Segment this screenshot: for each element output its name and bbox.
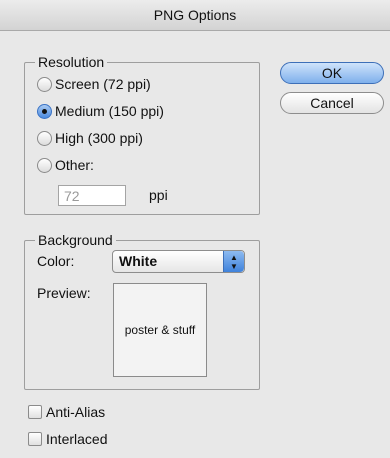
color-label: Color: (37, 253, 75, 269)
background-group: Background Color: White ▲ ▼ Preview: post… (24, 231, 260, 390)
checkbox-icon[interactable] (28, 432, 42, 446)
resolution-legend: Resolution (35, 53, 108, 71)
radio-screen[interactable]: Screen (72 ppi) (37, 76, 151, 92)
color-select-value: White (119, 253, 158, 269)
preview-text: poster & stuff (124, 323, 196, 337)
ok-button[interactable]: OK (280, 62, 384, 84)
interlaced-checkbox[interactable]: Interlaced (28, 431, 107, 447)
background-legend: Background (35, 231, 116, 249)
radio-button-selected-icon[interactable] (37, 103, 52, 119)
radio-other[interactable]: Other: (37, 157, 94, 173)
cancel-button[interactable]: Cancel (280, 92, 384, 114)
radio-high-label: High (300 ppi) (55, 130, 143, 146)
window-title: PNG Options (0, 0, 390, 31)
select-arrows-icon[interactable]: ▲ ▼ (223, 251, 244, 272)
radio-medium-label: Medium (150 ppi) (55, 103, 164, 119)
radio-button-icon[interactable] (37, 130, 52, 146)
radio-other-label: Other: (55, 157, 94, 173)
radio-high[interactable]: High (300 ppi) (37, 130, 143, 146)
preview-box: poster & stuff (113, 283, 207, 377)
anti-alias-checkbox[interactable]: Anti-Alias (28, 404, 105, 420)
radio-button-icon[interactable] (37, 76, 52, 92)
checkbox-icon[interactable] (28, 405, 42, 419)
color-select[interactable]: White ▲ ▼ (112, 250, 245, 273)
anti-alias-label: Anti-Alias (46, 404, 106, 420)
resolution-group: Resolution Screen (72 ppi) Medium (150 p… (24, 53, 260, 215)
radio-screen-label: Screen (72 ppi) (55, 76, 151, 92)
other-ppi-input[interactable] (58, 185, 126, 206)
radio-medium[interactable]: Medium (150 ppi) (37, 103, 164, 119)
radio-button-icon[interactable] (37, 157, 52, 173)
ppi-unit-label: ppi (149, 187, 168, 203)
interlaced-label: Interlaced (46, 431, 108, 447)
preview-label: Preview: (37, 285, 91, 301)
